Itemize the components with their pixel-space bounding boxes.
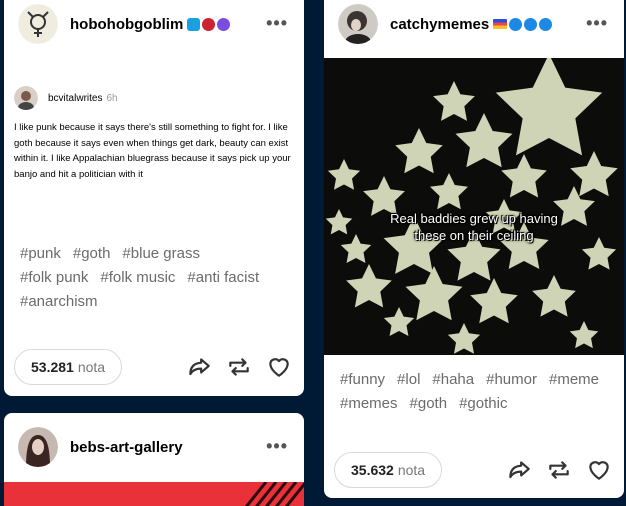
image-caption: Real baddies grew up having these on the… [390, 211, 558, 243]
post-actions [506, 457, 612, 483]
reblog-blog-name[interactable]: bcvitalwrites [48, 93, 102, 104]
blog-name[interactable]: catchymemes [390, 16, 489, 33]
notes-button[interactable]: 53.281 nota [14, 349, 123, 385]
tag[interactable]: #anti facist [187, 268, 259, 288]
more-icon[interactable]: ••• [266, 437, 288, 455]
post-footer: 35.632 nota [334, 452, 612, 488]
verified-badge-icon [524, 17, 538, 31]
badge-icon [202, 17, 216, 31]
tag[interactable]: #humor [486, 370, 537, 390]
tag[interactable]: #punk [20, 244, 61, 264]
post-header: hobohobgoblim ••• [18, 4, 290, 44]
post-footer: 53.281 nota [14, 349, 292, 385]
share-icon[interactable] [506, 457, 532, 483]
tag-list: #punk #goth #blue grass #folk punk #folk… [20, 244, 270, 312]
flag-badge-icon [493, 19, 508, 29]
reblog-time: 6h [106, 92, 118, 104]
post-card-hobohobgoblim: hobohobgoblim ••• bcvitalwrites 6h I lik… [4, 0, 304, 396]
reblog-header: bcvitalwrites 6h [14, 86, 118, 110]
tag[interactable]: #haha [432, 370, 474, 390]
tag[interactable]: #folk punk [20, 268, 88, 288]
post-card-catchymemes: catchymemes ••• Real baddies grew up hav… [324, 0, 624, 498]
reblog-icon[interactable] [546, 457, 572, 483]
post-image[interactable]: Real baddies grew up having these on the… [324, 58, 624, 355]
more-icon[interactable]: ••• [266, 14, 288, 32]
verified-badge-icon [539, 17, 553, 31]
post-body: I like punk because it says there's stil… [14, 122, 291, 180]
tag[interactable]: #folk music [100, 268, 175, 288]
tag[interactable]: #memes [340, 394, 398, 414]
tag[interactable]: #meme [549, 370, 599, 390]
badges [493, 17, 553, 31]
verified-badge-icon [509, 17, 523, 31]
post-header: catchymemes ••• [338, 4, 610, 44]
tag-list: #funny #lol #haha #humor #meme #memes #g… [340, 370, 620, 414]
avatar[interactable] [338, 4, 378, 44]
tag[interactable]: #anarchism [20, 292, 98, 312]
notes-label: nota [397, 462, 426, 478]
notes-label: nota [77, 359, 106, 375]
like-icon[interactable] [266, 354, 292, 380]
blog-name[interactable]: bebs-art-gallery [70, 439, 183, 456]
notes-count: 53.281 [31, 359, 74, 375]
tag[interactable]: #blue grass [122, 244, 200, 264]
badge-icon [217, 17, 231, 31]
post-actions [186, 354, 292, 380]
reblog-avatar[interactable] [14, 86, 38, 110]
post-image-preview[interactable] [4, 482, 304, 506]
badges [187, 17, 231, 31]
like-icon[interactable] [586, 457, 612, 483]
blog-name[interactable]: hobohobgoblim [70, 16, 183, 33]
tag[interactable]: #gothic [459, 394, 507, 414]
notes-button[interactable]: 35.632 nota [334, 452, 443, 488]
post-header: bebs-art-gallery ••• [18, 427, 290, 467]
badge-icon [187, 17, 201, 31]
share-icon[interactable] [186, 354, 212, 380]
tag[interactable]: #lol [397, 370, 420, 390]
reblog-icon[interactable] [226, 354, 252, 380]
more-icon[interactable]: ••• [586, 14, 608, 32]
tag[interactable]: #goth [410, 394, 448, 414]
tag[interactable]: #goth [73, 244, 111, 264]
notes-count: 35.632 [351, 462, 394, 478]
post-card-bebs-art-gallery: bebs-art-gallery ••• [4, 413, 304, 506]
avatar[interactable] [18, 4, 58, 44]
avatar[interactable] [18, 427, 58, 467]
tag[interactable]: #funny [340, 370, 385, 390]
